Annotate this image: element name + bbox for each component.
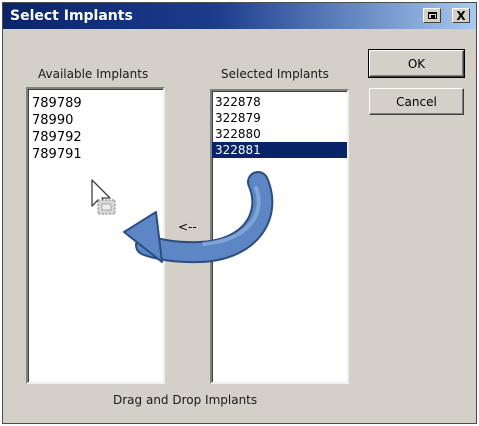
cancel-button[interactable]: Cancel [369, 88, 464, 115]
list-item[interactable]: 789789 [32, 95, 163, 112]
list-item[interactable]: 322879 [212, 110, 347, 126]
drag-drop-caption: Drag and Drop Implants [113, 393, 258, 407]
list-item-selected[interactable]: 322881 [212, 142, 347, 158]
list-item[interactable]: 322878 [212, 94, 347, 110]
selected-implants-label: Selected Implants [221, 67, 329, 81]
ok-button-label: OK [407, 56, 426, 71]
close-button[interactable]: X [452, 8, 470, 23]
list-item[interactable]: 789791 [32, 146, 163, 163]
list-item[interactable]: 322880 [212, 126, 347, 142]
available-implants-list[interactable]: 789789 78990 789792 789791 [26, 87, 165, 384]
list-item[interactable]: 78990 [32, 112, 163, 129]
selected-implants-list[interactable]: 322878 322879 322880 322881 [210, 89, 349, 384]
restore-button[interactable] [423, 8, 441, 23]
window-title: Select Implants [10, 8, 133, 24]
cancel-button-label: Cancel [396, 94, 437, 109]
ok-button[interactable]: OK [368, 49, 465, 78]
title-bar[interactable]: Select Implants X [3, 3, 476, 29]
restore-icon [427, 12, 437, 19]
available-implants-label: Available Implants [38, 67, 149, 81]
move-left-indicator: <-- [178, 220, 197, 234]
list-item[interactable]: 789792 [32, 129, 163, 146]
select-implants-dialog: Select Implants X Available Implants Sel… [2, 2, 477, 424]
close-icon: X [456, 8, 466, 23]
